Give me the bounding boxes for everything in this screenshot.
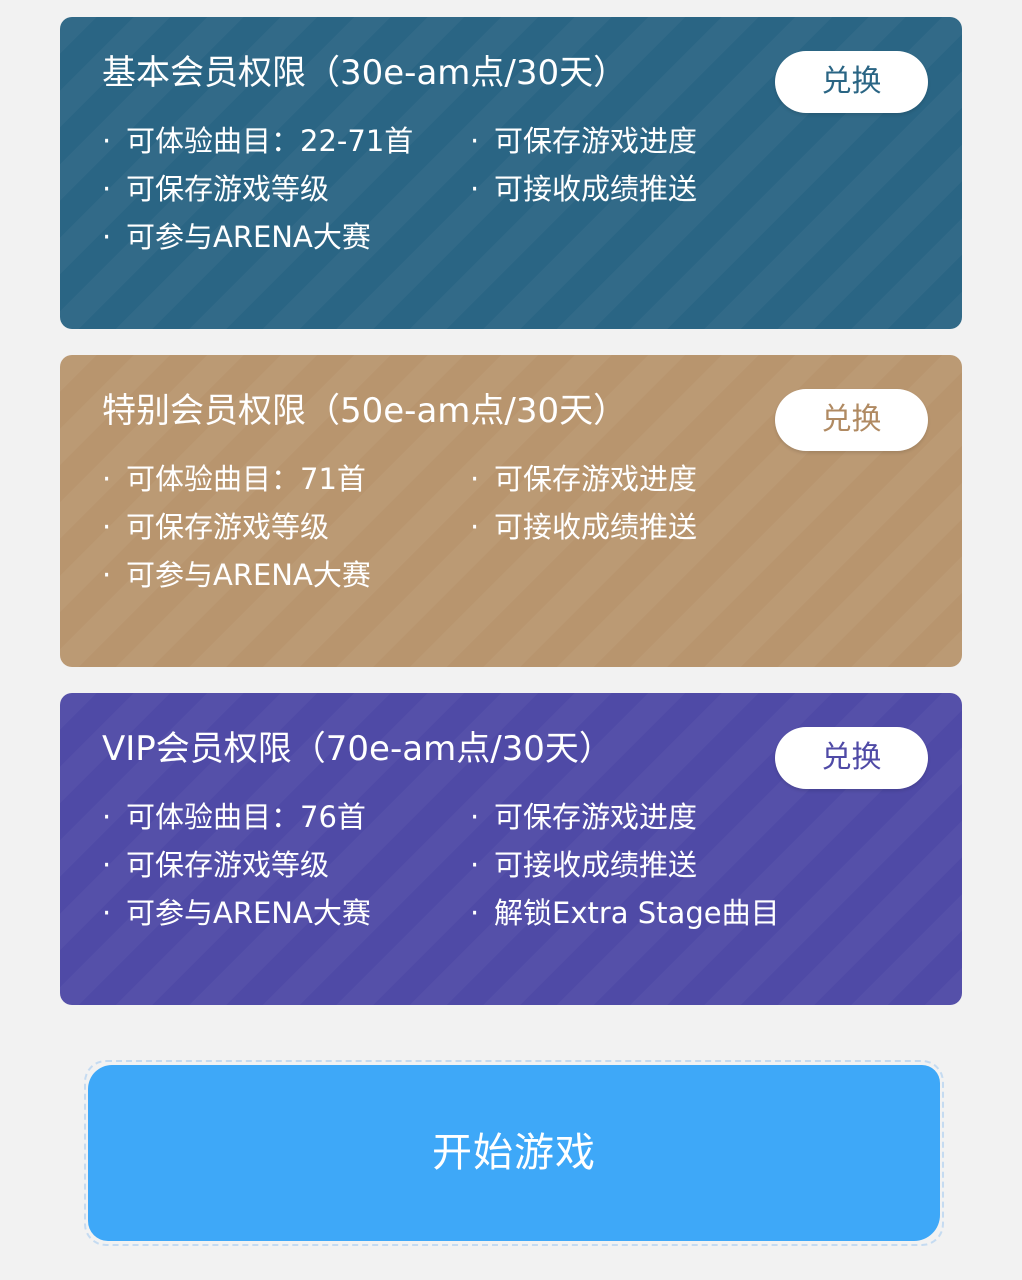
bullet-icon: · xyxy=(470,848,480,882)
bullet-icon: · xyxy=(102,510,112,544)
feature-item: · 可保存游戏等级 xyxy=(102,507,329,547)
feature-label: 可体验曲目：22-71首 xyxy=(126,124,414,158)
bullet-icon: · xyxy=(102,800,112,834)
feature-item: · 可保存游戏等级 xyxy=(102,169,329,209)
bullet-icon: · xyxy=(470,800,480,834)
bullet-icon: · xyxy=(102,896,112,930)
bullet-icon: · xyxy=(470,510,480,544)
start-game-button[interactable]: 开始游戏 xyxy=(88,1065,940,1241)
feature-label: 可参与ARENA大赛 xyxy=(126,220,371,254)
feature-label: 可保存游戏等级 xyxy=(126,510,330,544)
feature-item: · 可保存游戏进度 xyxy=(470,459,697,499)
feature-label: 可接收成绩推送 xyxy=(494,172,698,206)
bullet-icon: · xyxy=(470,896,480,930)
card-title: 特别会员权限（50e-am点/30天） xyxy=(102,391,628,431)
bullet-icon: · xyxy=(102,462,112,496)
bullet-icon: · xyxy=(470,462,480,496)
feature-label: 可参与ARENA大赛 xyxy=(126,896,371,930)
feature-item: · 可接收成绩推送 xyxy=(470,169,697,209)
feature-label: 可保存游戏等级 xyxy=(126,172,330,206)
bullet-icon: · xyxy=(102,220,112,254)
feature-label: 可接收成绩推送 xyxy=(494,510,698,544)
card-title: VIP会员权限（70e-am点/30天） xyxy=(102,729,613,769)
feature-item: · 可保存游戏进度 xyxy=(470,797,697,837)
feature-label: 可体验曲目：71首 xyxy=(126,462,366,496)
basic-membership-card: 基本会员权限（30e-am点/30天） 兑换 · 可体验曲目：22-71首 · 可保… xyxy=(60,17,962,329)
feature-label: 可保存游戏进度 xyxy=(494,124,698,158)
feature-item: · 解锁Extra Stage曲目 xyxy=(470,893,780,933)
bullet-icon: · xyxy=(470,172,480,206)
feature-item: · 可体验曲目：76首 xyxy=(102,797,366,837)
feature-label: 可保存游戏等级 xyxy=(126,848,330,882)
card-title: 基本会员权限（30e-am点/30天） xyxy=(102,53,628,93)
feature-label: 可体验曲目：76首 xyxy=(126,800,366,834)
bullet-icon: · xyxy=(102,558,112,592)
feature-item: · 可参与ARENA大赛 xyxy=(102,217,371,257)
feature-item: · 可保存游戏进度 xyxy=(470,121,697,161)
feature-item: · 可参与ARENA大赛 xyxy=(102,555,371,595)
feature-item: · 可保存游戏等级 xyxy=(102,845,329,885)
bullet-icon: · xyxy=(102,172,112,206)
bullet-icon: · xyxy=(470,124,480,158)
feature-item: · 可体验曲目：22-71首 xyxy=(102,121,413,161)
feature-label: 可保存游戏进度 xyxy=(494,800,698,834)
feature-item: · 可接收成绩推送 xyxy=(470,507,697,547)
feature-label: 可保存游戏进度 xyxy=(494,462,698,496)
redeem-button[interactable]: 兑换 xyxy=(775,51,928,113)
vip-membership-card: VIP会员权限（70e-am点/30天） 兑换 · 可体验曲目：76首 · 可保存游… xyxy=(60,693,962,1005)
feature-item: · 可参与ARENA大赛 xyxy=(102,893,371,933)
feature-item: · 可接收成绩推送 xyxy=(470,845,697,885)
special-membership-card: 特别会员权限（50e-am点/30天） 兑换 · 可体验曲目：71首 · 可保存游戏… xyxy=(60,355,962,667)
feature-item: · 可体验曲目：71首 xyxy=(102,459,366,499)
feature-label: 解锁Extra Stage曲目 xyxy=(494,896,780,930)
redeem-button[interactable]: 兑换 xyxy=(775,727,928,789)
feature-label: 可参与ARENA大赛 xyxy=(126,558,371,592)
bullet-icon: · xyxy=(102,124,112,158)
bullet-icon: · xyxy=(102,848,112,882)
redeem-button[interactable]: 兑换 xyxy=(775,389,928,451)
feature-label: 可接收成绩推送 xyxy=(494,848,698,882)
